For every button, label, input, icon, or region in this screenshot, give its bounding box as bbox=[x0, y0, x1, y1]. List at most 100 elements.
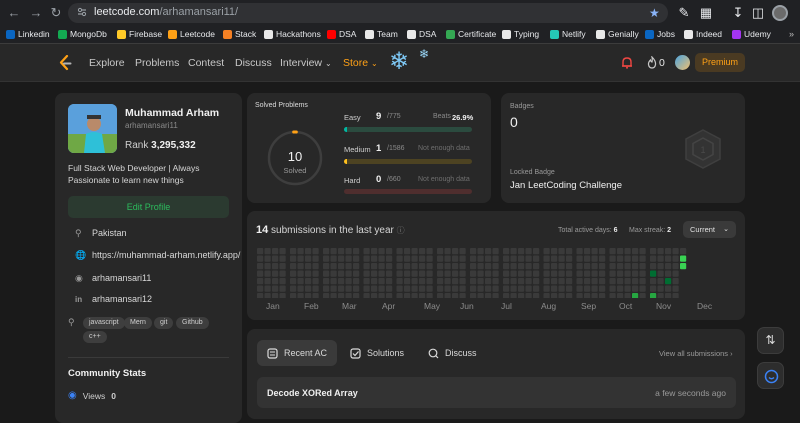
heatmap-cell[interactable] bbox=[298, 248, 304, 254]
heatmap-cell[interactable] bbox=[658, 263, 664, 269]
heatmap-cell[interactable] bbox=[397, 293, 403, 298]
heatmap-cell[interactable] bbox=[625, 256, 631, 262]
heatmap-cell[interactable] bbox=[485, 278, 491, 284]
nav-explore[interactable]: Explore bbox=[89, 57, 125, 69]
heatmap-cell[interactable] bbox=[364, 278, 370, 284]
heatmap-cell[interactable] bbox=[364, 248, 370, 254]
heatmap-cell[interactable] bbox=[526, 248, 532, 254]
skill-tag[interactable]: Github bbox=[176, 317, 209, 329]
heatmap-cell[interactable] bbox=[650, 263, 656, 269]
bookmark-mongodb[interactable]: MongoDb bbox=[58, 29, 107, 39]
heatmap-cell[interactable] bbox=[526, 271, 532, 277]
feedback-chat-icon[interactable] bbox=[757, 362, 784, 389]
heatmap-cell[interactable] bbox=[397, 256, 403, 262]
heatmap-cell[interactable] bbox=[584, 263, 590, 269]
github-link[interactable]: arhamansari11 bbox=[92, 273, 151, 283]
heatmap-cell[interactable] bbox=[592, 278, 598, 284]
heatmap-cell[interactable] bbox=[452, 271, 458, 277]
heatmap-cell[interactable] bbox=[559, 271, 565, 277]
heatmap-cell[interactable] bbox=[503, 263, 509, 269]
heatmap-cell[interactable] bbox=[533, 286, 539, 292]
heatmap-cell[interactable] bbox=[427, 278, 433, 284]
heatmap-cell[interactable] bbox=[511, 256, 517, 262]
heatmap-cell[interactable] bbox=[632, 263, 638, 269]
heatmap-cell[interactable] bbox=[419, 263, 425, 269]
heatmap-cell[interactable] bbox=[518, 286, 524, 292]
user-avatar-icon[interactable] bbox=[675, 55, 690, 70]
heatmap-cell[interactable] bbox=[625, 271, 631, 277]
heatmap-cell[interactable] bbox=[650, 256, 656, 262]
heatmap-cell[interactable] bbox=[551, 248, 557, 254]
heatmap-cell[interactable] bbox=[478, 263, 484, 269]
heatmap-cell[interactable] bbox=[625, 293, 631, 298]
heatmap-cell[interactable] bbox=[346, 263, 352, 269]
info-icon[interactable]: ⓘ bbox=[397, 226, 405, 235]
heatmap-cell[interactable] bbox=[673, 256, 679, 262]
heatmap-cell[interactable] bbox=[437, 263, 443, 269]
heatmap-cell[interactable] bbox=[419, 248, 425, 254]
heatmap-cell[interactable] bbox=[680, 263, 686, 269]
heatmap-cell[interactable] bbox=[323, 271, 329, 277]
heatmap-cell[interactable] bbox=[323, 263, 329, 269]
heatmap-cell[interactable] bbox=[265, 256, 271, 262]
heatmap-cell[interactable] bbox=[305, 278, 311, 284]
heatmap-cell[interactable] bbox=[364, 293, 370, 298]
heatmap-cell[interactable] bbox=[338, 248, 344, 254]
heatmap-cell[interactable] bbox=[584, 256, 590, 262]
heatmap-cell[interactable] bbox=[625, 263, 631, 269]
heatmap-cell[interactable] bbox=[673, 286, 679, 292]
heatmap-cell[interactable] bbox=[346, 271, 352, 277]
heatmap-cell[interactable] bbox=[290, 256, 296, 262]
nav-contest[interactable]: Contest bbox=[188, 57, 224, 69]
bookmark-dsa-youtube[interactable]: DSA bbox=[327, 29, 356, 39]
more-bookmarks-icon[interactable]: » bbox=[789, 29, 794, 39]
nav-store[interactable]: Store ⌄ bbox=[343, 57, 378, 69]
heatmap-cell[interactable] bbox=[632, 286, 638, 292]
heatmap-cell[interactable] bbox=[625, 286, 631, 292]
tab-discuss[interactable]: Discuss bbox=[418, 340, 487, 366]
heatmap-cell[interactable] bbox=[485, 248, 491, 254]
heatmap-cell[interactable] bbox=[665, 293, 671, 298]
heatmap-cell[interactable] bbox=[331, 256, 337, 262]
heatmap-cell[interactable] bbox=[379, 263, 385, 269]
skill-tag[interactable]: Mern bbox=[124, 317, 152, 329]
heatmap-cell[interactable] bbox=[404, 293, 410, 298]
heatmap-cell[interactable] bbox=[526, 256, 532, 262]
heatmap-cell[interactable] bbox=[617, 256, 623, 262]
heatmap-cell[interactable] bbox=[445, 293, 451, 298]
heatmap-cell[interactable] bbox=[493, 286, 499, 292]
heatmap-cell[interactable] bbox=[404, 271, 410, 277]
heatmap-cell[interactable] bbox=[346, 286, 352, 292]
heatmap-cell[interactable] bbox=[485, 263, 491, 269]
heatmap-cell[interactable] bbox=[404, 263, 410, 269]
heatmap-cell[interactable] bbox=[673, 263, 679, 269]
heatmap-cell[interactable] bbox=[493, 256, 499, 262]
heatmap-cell[interactable] bbox=[617, 278, 623, 284]
heatmap-cell[interactable] bbox=[353, 271, 359, 277]
heatmap-cell[interactable] bbox=[665, 248, 671, 254]
bookmark-netlify[interactable]: Netlify bbox=[550, 29, 586, 39]
heatmap-cell[interactable] bbox=[427, 248, 433, 254]
heatmap-cell[interactable] bbox=[503, 248, 509, 254]
heatmap-cell[interactable] bbox=[518, 293, 524, 298]
heatmap-cell[interactable] bbox=[551, 293, 557, 298]
heatmap-cell[interactable] bbox=[379, 248, 385, 254]
heatmap-cell[interactable] bbox=[640, 271, 646, 277]
heatmap-cell[interactable] bbox=[290, 286, 296, 292]
heatmap-cell[interactable] bbox=[559, 263, 565, 269]
heatmap-cell[interactable] bbox=[404, 248, 410, 254]
heatmap-cell[interactable] bbox=[331, 278, 337, 284]
heatmap-cell[interactable] bbox=[412, 278, 418, 284]
heatmap-cell[interactable] bbox=[412, 263, 418, 269]
heatmap-cell[interactable] bbox=[566, 271, 572, 277]
heatmap-cell[interactable] bbox=[673, 278, 679, 284]
bookmark-stack[interactable]: Stack bbox=[223, 29, 256, 39]
heatmap-cell[interactable] bbox=[272, 278, 278, 284]
heatmap-cell[interactable] bbox=[298, 293, 304, 298]
heatmap-cell[interactable] bbox=[280, 271, 286, 277]
heatmap-cell[interactable] bbox=[386, 248, 392, 254]
heatmap-cell[interactable] bbox=[599, 278, 605, 284]
heatmap-cell[interactable] bbox=[559, 256, 565, 262]
heatmap-cell[interactable] bbox=[518, 278, 524, 284]
bookmark-team[interactable]: Team bbox=[365, 29, 398, 39]
